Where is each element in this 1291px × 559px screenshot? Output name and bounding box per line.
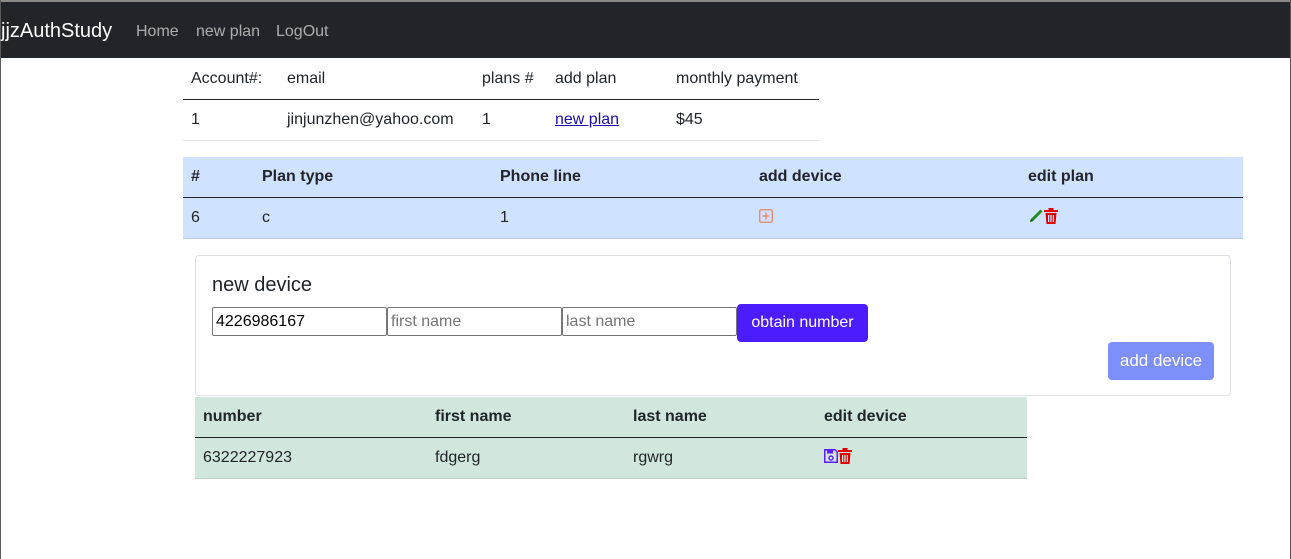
new-plan-link[interactable]: new plan (555, 111, 619, 128)
phone-number-field[interactable] (212, 307, 387, 336)
first-name-field[interactable] (387, 307, 562, 336)
account-table: Account#: email plans # add plan monthly… (183, 59, 819, 141)
add-plan-cell: new plan (547, 99, 668, 141)
account-table-header-row: Account#: email plans # add plan monthly… (183, 59, 819, 100)
column-header-plans: plans # (474, 59, 547, 100)
nav-new-plan-link[interactable]: new plan (196, 22, 260, 42)
plus-square-icon[interactable] (759, 208, 773, 228)
plan-type: c (254, 197, 492, 239)
devices-table: number first name last name edit device … (195, 397, 1027, 479)
edit-device-cell (816, 437, 1027, 479)
column-header-add-plan: add plan (547, 59, 668, 100)
account-number: 1 (183, 99, 279, 141)
table-row: 6322227923 fdgerg rgwrg (195, 437, 1027, 479)
obtain-number-button[interactable]: obtain number (737, 304, 868, 342)
device-number: 6322227923 (195, 437, 427, 479)
column-header-edit-device: edit device (816, 397, 1027, 438)
add-device-cell (751, 197, 1020, 239)
column-header-account: Account#: (183, 59, 279, 100)
last-name-field[interactable] (562, 307, 737, 336)
column-header-plan-id: # (183, 157, 254, 198)
column-header-add-device: add device (751, 157, 1020, 198)
column-header-edit-plan: edit plan (1020, 157, 1243, 198)
trash-icon[interactable] (1044, 207, 1058, 229)
add-device-button[interactable]: add device (1108, 342, 1214, 380)
nav-home-link[interactable]: Home (136, 22, 179, 42)
column-header-last-name: last name (625, 397, 816, 438)
monthly-payment: $45 (668, 99, 819, 141)
new-device-card: new device obtain number add device (195, 255, 1231, 396)
app-window: jjzAuthStudy Home new plan LogOut Accoun… (0, 0, 1291, 559)
column-header-monthly-payment: monthly payment (668, 59, 819, 100)
column-header-first-name: first name (427, 397, 625, 438)
column-header-phone-line: Phone line (492, 157, 751, 198)
devices-table-header-row: number first name last name edit device (195, 397, 1027, 438)
device-last-name: rgwrg (625, 437, 816, 479)
pencil-icon[interactable] (1028, 208, 1044, 229)
column-header-plan-type: Plan type (254, 157, 492, 198)
table-row: 1 jinjunzhen@yahoo.com 1 new plan $45 (183, 99, 819, 141)
table-row: 6 c 1 (183, 197, 1243, 239)
plans-table: # Plan type Phone line add device edit p… (183, 157, 1243, 239)
plan-phone-line: 1 (492, 197, 751, 239)
nav-logout-link[interactable]: LogOut (276, 22, 328, 42)
save-icon[interactable] (824, 448, 838, 468)
column-header-number: number (195, 397, 427, 438)
account-email: jinjunzhen@yahoo.com (279, 99, 474, 141)
plans-table-header-row: # Plan type Phone line add device edit p… (183, 157, 1243, 198)
account-plan-count: 1 (474, 99, 547, 141)
trash-icon[interactable] (838, 447, 852, 469)
navbar: jjzAuthStudy Home new plan LogOut (1, 0, 1290, 58)
device-first-name: fdgerg (427, 437, 625, 479)
edit-plan-cell (1020, 197, 1243, 239)
plan-id: 6 (183, 197, 254, 239)
new-device-title: new device (212, 274, 313, 296)
brand-link[interactable]: jjzAuthStudy (1, 19, 112, 43)
column-header-email: email (279, 59, 474, 100)
